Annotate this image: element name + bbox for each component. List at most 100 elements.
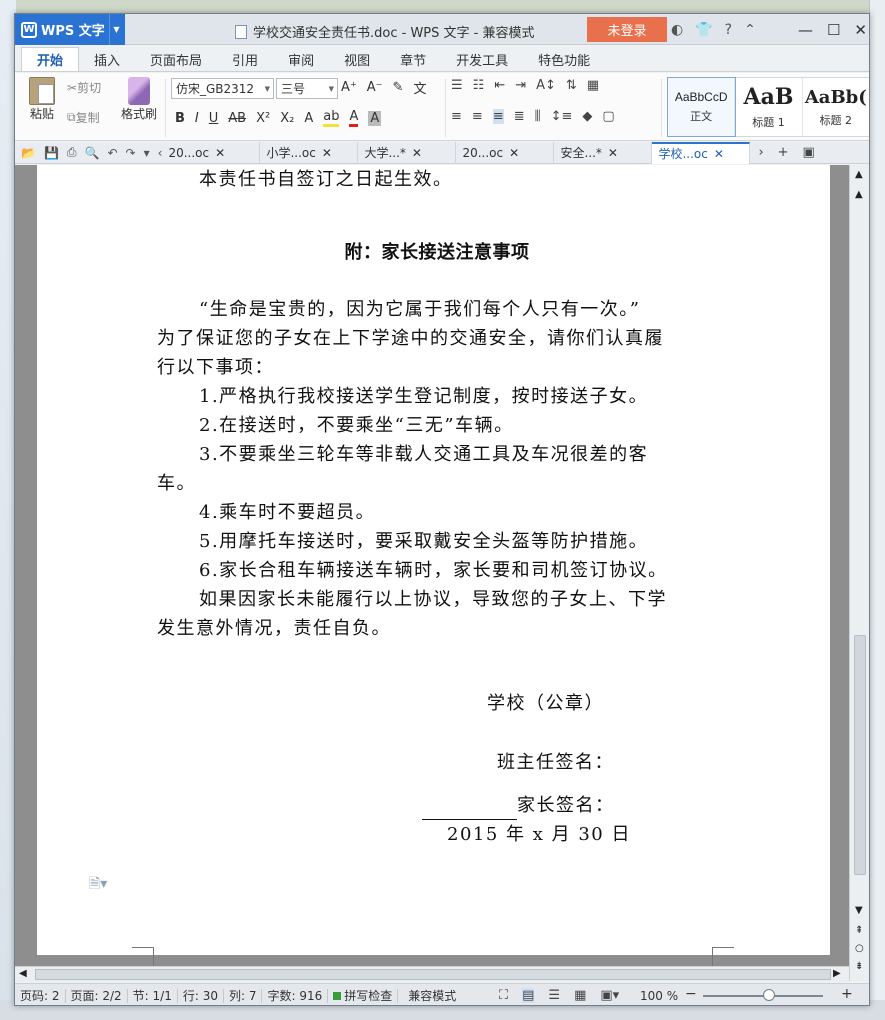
superscript-icon[interactable]: X² — [256, 111, 270, 126]
status-word-count[interactable]: 字数: 916 — [262, 988, 329, 1003]
text-effect-icon[interactable]: A — [304, 111, 313, 126]
chevron-down-icon[interactable]: ▼ — [109, 14, 123, 45]
horizontal-scrollbar[interactable]: ◀ ▶ — [15, 966, 849, 982]
outline-view-icon[interactable]: ☰ — [548, 988, 560, 1003]
tab-home[interactable]: 开始 — [21, 47, 80, 71]
scroll-up-icon[interactable]: ▲ — [855, 169, 863, 180]
sort-icon[interactable]: ⇅ — [566, 78, 577, 93]
increase-indent-icon[interactable]: ⇥ — [515, 78, 526, 93]
align-right-icon[interactable]: ≡ — [492, 109, 504, 124]
strikethrough-icon[interactable]: AB — [228, 111, 246, 126]
print-icon[interactable]: ⎙ — [67, 145, 77, 160]
subscript-icon[interactable]: X₂ — [280, 111, 294, 126]
clear-format-icon[interactable]: ✎ — [393, 80, 404, 95]
reading-view-icon[interactable]: ▣▾ — [600, 988, 619, 1003]
zoom-in-icon[interactable]: + — [841, 986, 853, 1002]
tab-review[interactable]: 审阅 — [273, 47, 329, 71]
print-preview-icon[interactable]: 🔍 — [85, 146, 100, 160]
close-icon[interactable]: ✕ — [854, 21, 867, 39]
tab-chapter[interactable]: 章节 — [385, 47, 441, 71]
borders-icon[interactable]: ▢ — [602, 109, 614, 124]
document-canvas[interactable]: 本责任书自签订之日起生效。 附：家长接送注意事项 “生命是宝贵的，因为它属于我们… — [15, 165, 849, 966]
scrollbar-thumb[interactable] — [854, 635, 866, 875]
bold-icon[interactable]: B — [175, 111, 185, 126]
document-page[interactable]: 本责任书自签订之日起生效。 附：家长接送注意事项 “生命是宝贵的，因为它属于我们… — [37, 165, 830, 966]
maximize-icon[interactable]: ☐ — [827, 21, 840, 39]
web-view-icon[interactable]: ▦ — [574, 988, 586, 1003]
close-icon[interactable]: ✕ — [215, 146, 225, 160]
help-icon[interactable]: ? — [725, 22, 732, 38]
numbering-icon[interactable]: ☷ — [473, 78, 485, 93]
chinese-layout-icon[interactable]: A↕ — [536, 78, 556, 93]
shrink-font-icon[interactable]: A⁻ — [367, 80, 383, 95]
italic-icon[interactable]: I — [195, 111, 199, 126]
style-normal[interactable]: AaBbCcD 正文 — [666, 77, 737, 137]
document-tab[interactable]: 大学...* ✕ — [358, 141, 457, 164]
document-tab[interactable]: 小学...oc ✕ — [260, 141, 359, 164]
paste-button[interactable]: 粘贴 — [23, 77, 61, 122]
bullets-icon[interactable]: ☰ — [451, 78, 463, 93]
scrollbar-thumb[interactable] — [35, 969, 831, 980]
tab-page-layout[interactable]: 页面布局 — [135, 47, 217, 71]
collapse-ribbon-icon[interactable]: ⌃ — [744, 22, 756, 38]
wps-app-menu-button[interactable]: W WPS 文字 ▼ — [15, 14, 125, 45]
scroll-down-icon[interactable]: ▼ — [855, 905, 863, 916]
tab-insert[interactable]: 插入 — [79, 47, 135, 71]
font-size-select[interactable]: 三号 ▼ — [276, 78, 338, 99]
status-column[interactable]: 列: 7 — [224, 988, 263, 1003]
skin-icon[interactable]: ◐ — [671, 22, 683, 38]
tab-developer[interactable]: 开发工具 — [441, 47, 523, 71]
close-icon[interactable]: ✕ — [412, 146, 422, 160]
tab-references[interactable]: 引用 — [217, 47, 273, 71]
phonetic-guide-icon[interactable]: 文 — [413, 78, 426, 97]
zoom-out-icon[interactable]: − — [685, 986, 697, 1002]
document-tab[interactable]: 安全...* ✕ — [554, 141, 653, 164]
document-tab[interactable]: 20...oc ✕ — [162, 141, 261, 164]
tab-list-icon[interactable]: ▣ — [803, 145, 815, 160]
paste-options-icon[interactable]: 🗎▾ — [89, 873, 107, 897]
tab-special-features[interactable]: 特色功能 — [523, 47, 605, 71]
distributed-icon[interactable]: ⫼ — [535, 109, 541, 124]
cut-button[interactable]: ✂ 剪切 — [67, 79, 101, 96]
close-icon[interactable]: ✕ — [714, 147, 724, 161]
tab-view[interactable]: 视图 — [329, 47, 385, 71]
zoom-level[interactable]: 100 % — [640, 989, 678, 1003]
redo-icon[interactable]: ↷ — [126, 146, 136, 160]
close-icon[interactable]: ✕ — [509, 146, 519, 160]
full-screen-view-icon[interactable]: ⛶ — [499, 988, 508, 1003]
underline-icon[interactable]: U — [209, 111, 219, 126]
table-icon[interactable]: ▦ — [587, 78, 599, 93]
scroll-left-icon[interactable]: ◀ — [19, 968, 27, 979]
shading-icon[interactable]: ◆ — [582, 109, 592, 124]
document-tab-active[interactable]: 学校...oc ✕ — [652, 141, 751, 164]
status-pages[interactable]: 页面: 2/2 — [66, 988, 128, 1003]
shirt-icon[interactable]: 👕 — [695, 22, 712, 38]
select-browse-object-icon[interactable]: ○ — [855, 943, 864, 954]
status-page-number[interactable]: 页码: 2 — [15, 988, 66, 1003]
align-center-icon[interactable]: ≡ — [472, 109, 483, 124]
close-icon[interactable]: ✕ — [608, 146, 618, 160]
copy-button[interactable]: ⧉ 复制 — [67, 109, 100, 126]
document-body[interactable]: 本责任书自签订之日起生效。 附：家长接送注意事项 “生命是宝贵的，因为它属于我们… — [157, 165, 717, 849]
scroll-right-icon[interactable]: ▶ — [833, 968, 841, 979]
open-icon[interactable]: 📂 — [21, 146, 36, 160]
decrease-indent-icon[interactable]: ⇤ — [494, 78, 505, 93]
status-row[interactable]: 行: 30 — [178, 988, 224, 1003]
format-painter-button[interactable]: 格式刷 — [119, 77, 159, 122]
highlight-icon[interactable]: ab — [323, 109, 340, 127]
char-shading-icon[interactable]: A — [368, 110, 382, 126]
line-spacing-icon[interactable]: ↕≡ — [551, 109, 573, 124]
spell-check-toggle[interactable]: 拼写检查 — [328, 988, 399, 1003]
tab-scroll-right-icon[interactable]: › — [758, 145, 763, 160]
font-color-icon[interactable]: A — [349, 109, 359, 127]
login-button[interactable]: 未登录 — [587, 17, 667, 42]
save-icon[interactable]: 💾 — [44, 146, 59, 160]
scroll-up-icon[interactable]: ▲ — [855, 189, 863, 200]
document-tab[interactable]: 20...oc ✕ — [456, 141, 555, 164]
justify-icon[interactable]: ≣ — [514, 109, 525, 124]
status-section[interactable]: 节: 1/1 — [128, 988, 178, 1003]
next-page-icon[interactable]: ⇟ — [855, 961, 863, 972]
style-heading-2[interactable]: AaBb( 标题 2 — [803, 78, 869, 136]
align-left-icon[interactable]: ≡ — [451, 109, 462, 124]
font-name-select[interactable]: 仿宋_GB2312 ▼ — [171, 78, 274, 99]
